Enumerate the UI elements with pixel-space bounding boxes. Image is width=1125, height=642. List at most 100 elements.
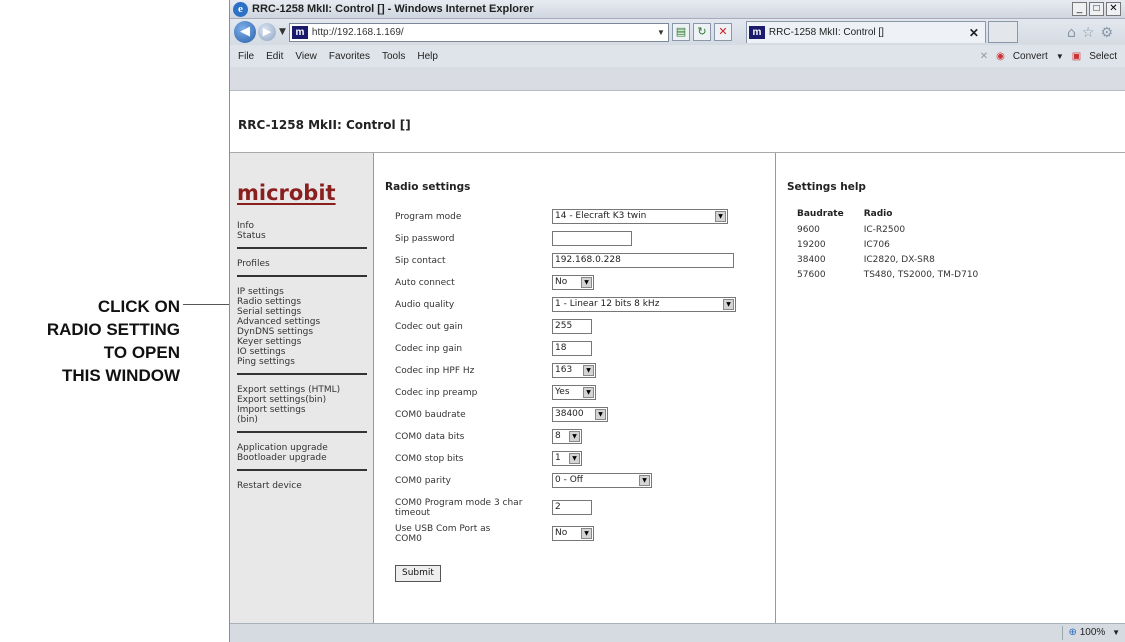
tools-gear-icon[interactable]: ⚙ (1100, 25, 1119, 41)
dropdown-arrow-icon: ▼ (583, 387, 594, 398)
nav-link-ip-settings[interactable]: IP settings (237, 287, 373, 297)
com0-baudrate-select[interactable]: 38400 ▼ (552, 407, 608, 422)
form-row-sip-contact: Sip contact 192.168.0.228 (385, 253, 775, 275)
tab-close-icon[interactable]: ✕ (969, 26, 979, 40)
table-row: 38400 IC2820, DX-SR8 (797, 255, 998, 270)
convert-button[interactable]: Convert (1013, 51, 1048, 62)
history-dropdown-icon[interactable]: ▼ (279, 27, 286, 37)
sip-contact-input[interactable]: 192.168.0.228 (552, 253, 734, 268)
com0-parity-select[interactable]: 0 - Off ▼ (552, 473, 652, 488)
select-icon[interactable]: ▣ (1072, 51, 1081, 62)
menu-help[interactable]: Help (417, 51, 438, 62)
browser-tab[interactable]: m RRC-1258 MkII: Control [] ✕ (745, 21, 986, 43)
toolbar-close-icon[interactable]: ✕ (980, 51, 988, 62)
nav-link-radio-settings[interactable]: Radio settings (237, 297, 373, 307)
menu-favorites[interactable]: Favorites (329, 51, 370, 62)
menu-file[interactable]: File (238, 51, 254, 62)
table-cell: IC2820, DX-SR8 (863, 255, 935, 265)
nav-link-dyndns-settings[interactable]: DynDNS settings (237, 327, 373, 337)
zoom-icon: ⊕ (1068, 627, 1077, 638)
minimize-icon[interactable]: _ (1072, 2, 1087, 16)
sip-password-input[interactable] (552, 231, 632, 246)
nav-link-ping-settings[interactable]: Ping settings (237, 357, 373, 367)
com0-stop-bits-select[interactable]: 1 ▼ (552, 451, 582, 466)
stop-icon[interactable]: ✕ (713, 23, 732, 41)
menu-edit[interactable]: Edit (266, 51, 283, 62)
convert-dropdown-icon[interactable]: ▼ (1056, 52, 1064, 61)
forward-icon[interactable]: ▶ (258, 23, 276, 41)
field-label: Codec inp HPF Hz (395, 366, 475, 376)
table-cell: IC-R2500 (863, 225, 906, 235)
select-value: 1 - Linear 12 bits 8 kHz (555, 299, 660, 309)
nav-link-status[interactable]: Status (237, 231, 373, 241)
com0-timeout-input[interactable]: 2 (552, 500, 592, 515)
nav-divider (237, 275, 367, 277)
column-header: Baudrate (797, 209, 844, 219)
nav-link-export-html[interactable]: Export settings (HTML) (237, 385, 342, 395)
table-header-row: Baudrate Radio (797, 209, 998, 225)
codec-inp-gain-input[interactable]: 18 (552, 341, 592, 356)
url-dropdown-icon[interactable]: ▼ (657, 28, 665, 37)
browser-right-icons: ⌂☆⚙ (1067, 25, 1119, 41)
codec-out-gain-input[interactable]: 255 (552, 319, 592, 334)
menu-tools[interactable]: Tools (382, 51, 405, 62)
zoom-control[interactable]: ⊕ 100% ▼ (1061, 626, 1120, 640)
program-mode-select[interactable]: 14 - Elecraft K3 twin ▼ (552, 209, 728, 224)
nav-link-info[interactable]: Info (237, 221, 373, 231)
nav-link-export-bin[interactable]: Export settings(bin) (237, 395, 373, 405)
sidebar: microbit Info Status Profiles IP setting… (230, 153, 374, 624)
ie-logo-icon: e (233, 1, 248, 17)
nav-link-application-upgrade[interactable]: Application upgrade (237, 443, 373, 453)
dropdown-arrow-icon: ▼ (583, 365, 594, 376)
codec-inp-preamp-select[interactable]: Yes ▼ (552, 385, 596, 400)
nav-link-keyer-settings[interactable]: Keyer settings (237, 337, 373, 347)
nav-link-restart-device[interactable]: Restart device (237, 481, 373, 491)
usb-com-port-select[interactable]: No ▼ (552, 526, 594, 541)
field-label: COM0 parity (395, 476, 452, 486)
field-label: COM0 data bits (395, 432, 465, 442)
annotation-line: TO OPEN (103, 343, 180, 362)
nav-link-io-settings[interactable]: IO settings (237, 347, 373, 357)
field-label: Sip password (395, 234, 455, 244)
menu-view[interactable]: View (295, 51, 317, 62)
dropdown-arrow-icon: ▼ (723, 299, 734, 310)
form-row-sip-password: Sip password (385, 231, 775, 253)
field-label: Codec inp preamp (395, 388, 478, 398)
form-row-com0-parity: COM0 parity 0 - Off ▼ (385, 473, 775, 495)
select-value: 163 (555, 365, 573, 375)
submit-button[interactable]: Submit (395, 565, 441, 582)
favorites-star-icon[interactable]: ☆ (1082, 25, 1101, 41)
form-row-com0-data-bits: COM0 data bits 8 ▼ (385, 429, 775, 451)
zoom-level: 100% (1079, 627, 1106, 638)
nav-link-bootloader-upgrade[interactable]: Bootloader upgrade (237, 453, 373, 463)
dropdown-arrow-icon: ▼ (569, 431, 580, 442)
annotation-line: THIS WINDOW (61, 366, 180, 385)
tab-favicon-icon: m (748, 26, 765, 39)
compatibility-view-icon[interactable]: ▤ (671, 23, 690, 41)
close-icon[interactable]: ✕ (1106, 2, 1121, 16)
help-heading: Settings help (787, 181, 866, 193)
refresh-icon[interactable]: ↻ (692, 23, 711, 41)
com0-data-bits-select[interactable]: 8 ▼ (552, 429, 582, 444)
home-icon[interactable]: ⌂ (1067, 25, 1082, 41)
select-button[interactable]: Select (1089, 51, 1117, 62)
nav-link-profiles[interactable]: Profiles (237, 259, 373, 269)
nav-link-serial-settings[interactable]: Serial settings (237, 307, 373, 317)
new-tab-button[interactable] (987, 21, 1018, 43)
dropdown-arrow-icon: ▼ (581, 528, 592, 539)
form-row-com0-timeout: COM0 Program mode 3 char timeout 2 (385, 495, 775, 521)
url-field[interactable]: m http://192.168.1.169/ ▼ (288, 22, 669, 42)
convert-icon[interactable]: ◉ (996, 51, 1005, 62)
nav-link-import-bin[interactable]: Import settings (bin) (237, 405, 327, 425)
codec-inp-hpf-select[interactable]: 163 ▼ (552, 363, 596, 378)
audio-quality-select[interactable]: 1 - Linear 12 bits 8 kHz ▼ (552, 297, 736, 312)
nav-link-advanced-settings[interactable]: Advanced settings (237, 317, 373, 327)
field-label: Sip contact (395, 256, 446, 266)
table-cell: 19200 (797, 240, 826, 250)
dropdown-arrow-icon: ▼ (595, 409, 606, 420)
back-icon[interactable]: ◀ (234, 21, 256, 43)
select-value: 0 - Off (555, 475, 583, 485)
window-title: RRC-1258 MkII: Control [] - Windows Inte… (252, 3, 534, 15)
auto-connect-select[interactable]: No ▼ (552, 275, 594, 290)
maximize-icon[interactable]: □ (1089, 2, 1104, 16)
